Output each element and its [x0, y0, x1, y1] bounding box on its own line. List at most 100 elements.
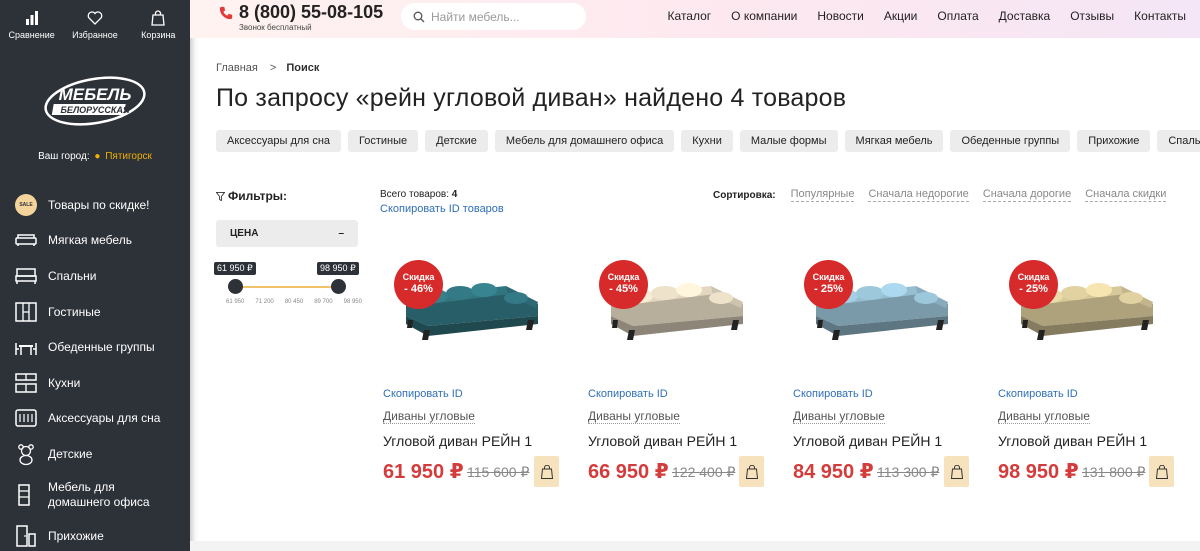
discount-badge-label: Скидка: [607, 272, 640, 282]
add-to-cart-button[interactable]: [739, 456, 764, 487]
sort-expensive-first[interactable]: Сначала дорогие: [982, 188, 1072, 202]
search-icon: [413, 11, 425, 22]
location-pin-icon: ●: [94, 151, 101, 162]
price-ticks: 61 950 71 200 80 450 89 700 98 950: [226, 299, 362, 305]
nav-contacts[interactable]: Контакты: [1134, 9, 1186, 23]
total-count: 4: [451, 189, 458, 200]
logo-line1: МЕБЕЛЬ: [59, 85, 132, 104]
city-name[interactable]: Пятигорск: [105, 151, 152, 162]
bag-icon: [745, 464, 758, 479]
sort-cheap-first[interactable]: Сначала недорогие: [868, 188, 969, 202]
sidebar-item-label: Кухни: [48, 375, 81, 390]
chip-category[interactable]: Прихожие: [1077, 130, 1151, 152]
sofa-icon: [15, 234, 37, 247]
product-category[interactable]: Диваны угловые: [383, 409, 475, 424]
logo[interactable]: МЕБЕЛЬ БЕЛОРУССКАЯ: [41, 74, 149, 128]
price-tick: 80 450: [284, 299, 304, 305]
product-card[interactable]: Скидка - 46% Скопировать ID Диваны угловы…: [380, 258, 560, 493]
add-to-cart-button[interactable]: [1149, 456, 1174, 487]
sofa-shape: [914, 292, 938, 304]
product-name[interactable]: Угловой диван РЕЙН 1: [793, 433, 942, 449]
product-category[interactable]: Диваны угловые: [998, 409, 1090, 424]
nav-about[interactable]: О компании: [731, 9, 797, 23]
chip-category[interactable]: Малые формы: [739, 130, 838, 152]
sort-discount-first[interactable]: Сначала скидки: [1085, 188, 1167, 202]
chip-category[interactable]: Детские: [425, 130, 488, 152]
nav-payment[interactable]: Оплата: [937, 9, 978, 23]
chip-category[interactable]: Аксессуары для сна: [216, 130, 342, 152]
sidebar-item-soft-furniture[interactable]: Мягкая мебель: [0, 223, 190, 259]
chip-category[interactable]: Кухни: [681, 130, 733, 152]
price-tick: 98 950: [343, 299, 362, 305]
hallway-icon: [16, 524, 36, 547]
sidebar-item-label: Аксессуары для сна: [48, 411, 161, 426]
price-min-handle[interactable]: [228, 279, 243, 294]
city-selector[interactable]: Ваш город: ● Пятигорск: [0, 151, 190, 162]
city-label: Ваш город:: [38, 151, 90, 162]
add-to-cart-button[interactable]: [944, 456, 969, 487]
search-box[interactable]: [401, 3, 586, 30]
product-old-price: 115 600 ₽: [467, 464, 530, 480]
nav-delivery[interactable]: Доставка: [999, 9, 1051, 23]
product-old-price: 113 300 ₽: [877, 464, 940, 480]
sidebar-item-living-rooms[interactable]: Гостиные: [0, 294, 190, 330]
copy-id-link[interactable]: Скопировать ID: [998, 388, 1078, 400]
sofa-shape: [1022, 320, 1028, 328]
product-name[interactable]: Угловой диван РЕЙН 1: [588, 433, 737, 449]
phone-number[interactable]: 8 (800) 55-08-105: [239, 2, 383, 22]
breadcrumb-home[interactable]: Главная: [216, 62, 258, 74]
chip-category[interactable]: Мягкая мебель: [844, 130, 944, 152]
chip-category[interactable]: Мебель для домашнего офиса: [494, 130, 675, 152]
add-to-cart-button[interactable]: [534, 456, 559, 487]
sidebar-item-bedrooms[interactable]: Спальни: [0, 258, 190, 294]
sidebar-item-sleep-accessories[interactable]: Аксессуары для сна: [0, 401, 190, 437]
price-filter-toggle[interactable]: ЦЕНА –: [216, 220, 358, 247]
phone-block[interactable]: 8 (800) 55-08-105 Звонок бесплатный: [219, 2, 383, 32]
search-input[interactable]: [431, 9, 571, 24]
discount-badge-label: Скидка: [812, 272, 845, 282]
nav-promotions[interactable]: Акции: [884, 9, 918, 23]
top-nav: Каталог О компании Новости Акции Оплата …: [648, 9, 1186, 23]
price-tick: 71 200: [255, 299, 274, 305]
copy-ids-link[interactable]: Скопировать ID товаров: [380, 203, 504, 215]
product-price: 61 950 ₽: [383, 461, 464, 483]
sidebar-item-home-office[interactable]: Мебель для домашнего офиса: [0, 472, 190, 518]
sidebar-item-label: Обеденные группы: [48, 340, 155, 355]
copy-id-link[interactable]: Скопировать ID: [383, 388, 463, 400]
nav-reviews[interactable]: Отзывы: [1070, 9, 1114, 23]
chip-category[interactable]: Обеденные группы: [950, 130, 1071, 152]
chip-category[interactable]: Гостиные: [348, 130, 419, 152]
copy-id-link[interactable]: Скопировать ID: [588, 388, 668, 400]
product-name[interactable]: Угловой диван РЕЙН 1: [998, 433, 1147, 449]
results-total: Всего товаров: 4: [380, 189, 457, 200]
breadcrumb-current: Поиск: [286, 62, 320, 74]
copy-id-link[interactable]: Скопировать ID: [793, 388, 873, 400]
product-category[interactable]: Диваны угловые: [793, 409, 885, 424]
compare-button[interactable]: Сравнение: [2, 10, 62, 50]
header: 8 (800) 55-08-105 Звонок бесплатный Ката…: [190, 0, 1200, 38]
product-name[interactable]: Угловой диван РЕЙН 1: [383, 433, 532, 449]
sidebar-item-kitchens[interactable]: Кухни: [0, 365, 190, 401]
sort-label: Сортировка:: [713, 189, 776, 201]
nav-news[interactable]: Новости: [817, 9, 863, 23]
favorites-button[interactable]: Избранное: [65, 10, 125, 50]
sidebar-item-sale[interactable]: SALE Товары по скидке!: [0, 187, 190, 223]
cart-button[interactable]: Корзина: [128, 10, 188, 50]
product-card[interactable]: Скидка - 25% Скопировать ID Диваны угловы…: [995, 258, 1175, 493]
chip-category[interactable]: Спальни: [1157, 130, 1200, 152]
product-category[interactable]: Диваны угловые: [588, 409, 680, 424]
teddy-icon: [18, 444, 34, 466]
breadcrumb: Главная > Поиск: [216, 62, 319, 74]
product-card[interactable]: Скидка - 25% Скопировать ID Диваны угловы…: [790, 258, 970, 493]
sidebar-item-dining[interactable]: Обеденные группы: [0, 329, 190, 365]
mattress-icon: [15, 409, 37, 428]
sidebar-item-kids[interactable]: Детские: [0, 436, 190, 472]
sort-popular[interactable]: Популярные: [790, 188, 855, 202]
price-max-handle[interactable]: [331, 279, 346, 294]
discount-badge: Скидка - 46%: [394, 260, 443, 309]
nav-catalog[interactable]: Каталог: [668, 9, 712, 23]
sidebar-item-hallways[interactable]: Прихожие: [0, 518, 190, 551]
product-card[interactable]: Скидка - 45% Скопировать ID Диваны угловы…: [585, 258, 765, 493]
sofa-shape: [612, 320, 618, 328]
sidebar-item-label: Гостиные: [48, 304, 101, 319]
